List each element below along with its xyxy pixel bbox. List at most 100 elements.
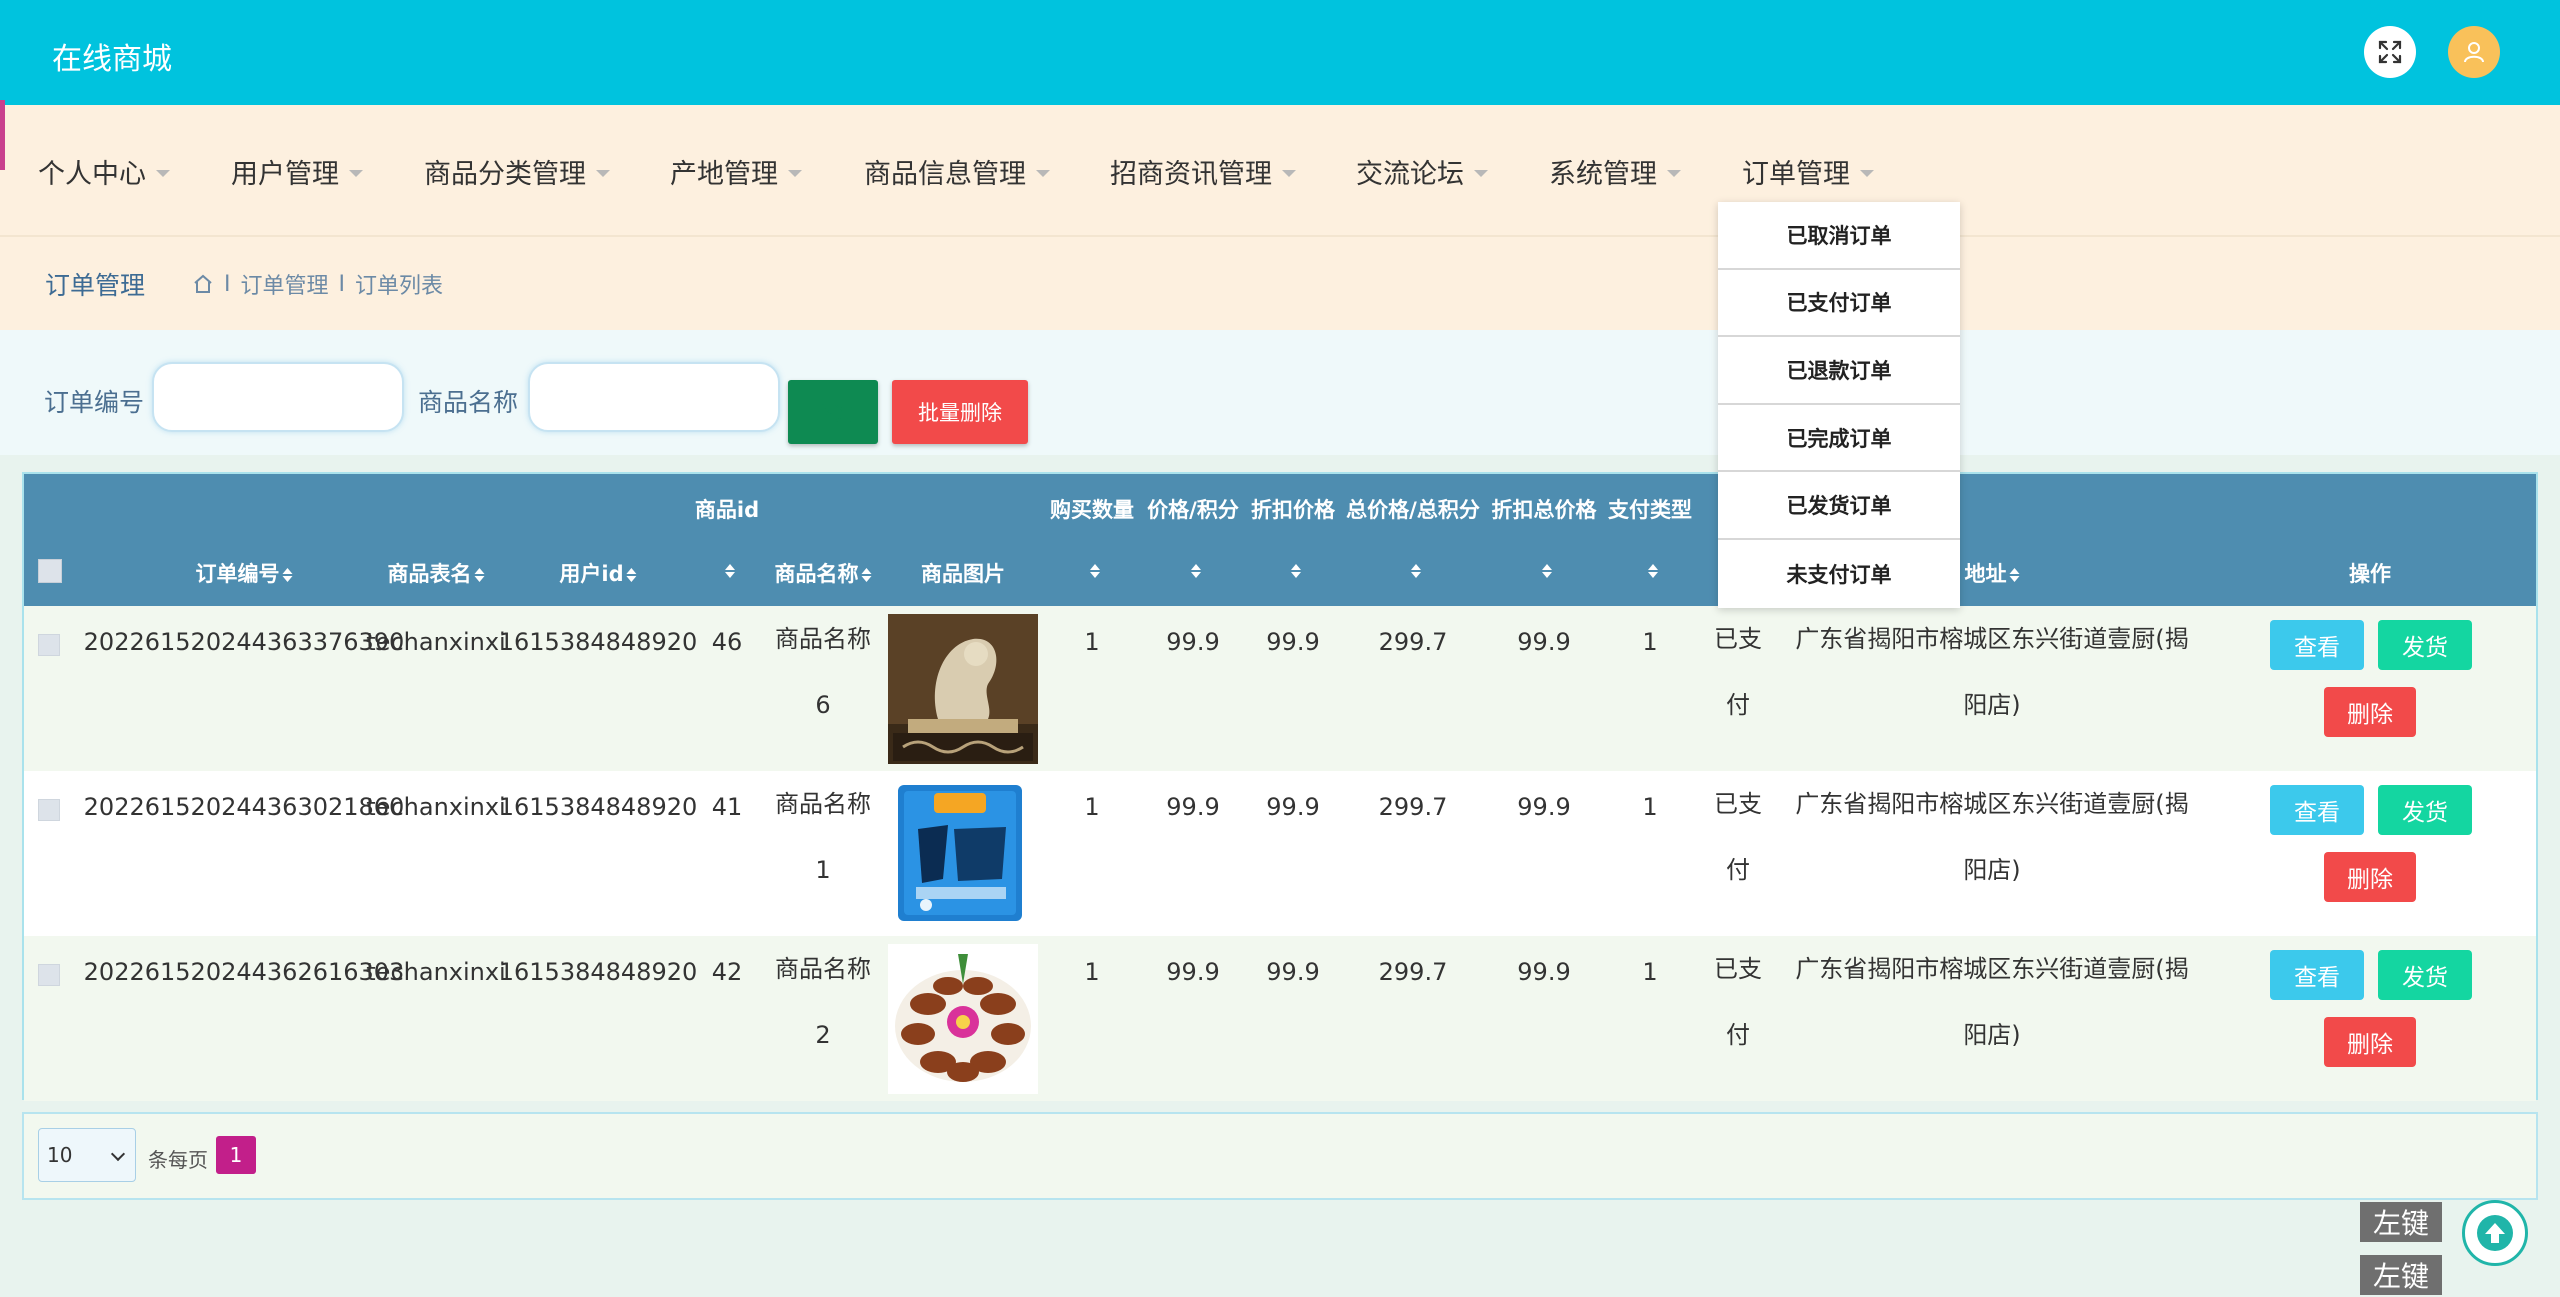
product-name-label: 商品名称 bbox=[418, 388, 519, 417]
back-to-top-button[interactable] bbox=[2462, 1200, 2528, 1266]
nav-order-management[interactable]: 订单管理 bbox=[1742, 152, 1874, 191]
col-header-tablename[interactable]: 商品表名 bbox=[388, 558, 485, 588]
cell-status: 已支付 bbox=[1714, 955, 1762, 1049]
sort-icon-qty[interactable] bbox=[1090, 564, 1100, 578]
col-header-price: 价格/积分 bbox=[1147, 498, 1239, 522]
breadcrumb-separator: I bbox=[338, 271, 346, 297]
cell-discount-total: 99.9 bbox=[1517, 958, 1571, 986]
product-name-input[interactable] bbox=[528, 362, 780, 432]
cell-goodsid: 46 bbox=[711, 628, 743, 656]
cell-tablename: techanxinxi bbox=[366, 793, 506, 821]
sort-icon bbox=[861, 568, 872, 582]
cell-total: 299.7 bbox=[1378, 793, 1448, 821]
col-header-ops: 操作 bbox=[2349, 562, 2391, 586]
sort-icon bbox=[282, 568, 293, 582]
sort-icon-goodsid[interactable] bbox=[725, 564, 735, 578]
nav-personal-center[interactable]: 个人中心 bbox=[38, 152, 170, 191]
cell-address: 广东省揭阳市榕城区东兴街道壹厨(揭阳店) bbox=[1795, 625, 2189, 719]
menu-item-shipped-orders[interactable]: 已发货订单 bbox=[1718, 472, 1960, 540]
row-checkbox[interactable] bbox=[38, 964, 60, 986]
col-header-qty: 购买数量 bbox=[1050, 498, 1134, 522]
sort-icon bbox=[2009, 568, 2020, 582]
table-row: 202261520244363021860 techanxinxi 161538… bbox=[24, 771, 2536, 936]
brand-title: 在线商城 bbox=[52, 42, 172, 77]
cell-qty: 1 bbox=[1084, 628, 1100, 656]
cell-orderno: 202261520244363376390 bbox=[83, 628, 405, 656]
page-button-current[interactable]: 1 bbox=[216, 1136, 256, 1174]
ship-button[interactable]: 发货 bbox=[2378, 950, 2472, 1000]
breadcrumb-item[interactable]: 订单管理 bbox=[241, 268, 329, 300]
delete-button[interactable]: 删除 bbox=[2324, 852, 2416, 902]
nav-origin-management[interactable]: 产地管理 bbox=[670, 152, 802, 191]
sort-icon-price[interactable] bbox=[1191, 564, 1201, 578]
breadcrumb: I 订单管理 I 订单列表 bbox=[192, 268, 443, 300]
search-button[interactable]: 查询 bbox=[788, 380, 878, 444]
sort-icon-discount-total[interactable] bbox=[1542, 564, 1552, 578]
breadcrumb-separator: I bbox=[224, 271, 231, 297]
product-image-ivory-carving[interactable] bbox=[888, 614, 1038, 764]
nav-system-management[interactable]: 系统管理 bbox=[1549, 152, 1681, 191]
arrow-up-icon bbox=[2477, 1215, 2513, 1251]
order-no-label: 订单编号 bbox=[44, 388, 145, 417]
cell-price: 99.9 bbox=[1166, 793, 1220, 821]
cell-goodsname: 商品名称1 bbox=[775, 790, 871, 884]
cell-discount: 99.9 bbox=[1266, 958, 1320, 986]
menu-item-paid-orders[interactable]: 已支付订单 bbox=[1718, 270, 1960, 338]
col-header-goodsname[interactable]: 商品名称 bbox=[775, 558, 872, 588]
cell-goodsname: 商品名称2 bbox=[775, 955, 871, 1049]
fullscreen-button[interactable] bbox=[2364, 26, 2416, 78]
menu-item-refunded-orders[interactable]: 已退款订单 bbox=[1718, 337, 1960, 405]
ship-button[interactable]: 发货 bbox=[2378, 620, 2472, 670]
cell-goodsid: 41 bbox=[711, 793, 743, 821]
user-avatar-button[interactable] bbox=[2448, 26, 2500, 78]
col-header-discount: 折扣价格 bbox=[1251, 498, 1335, 522]
cell-tablename: techanxinxi bbox=[366, 958, 506, 986]
col-header-userid[interactable]: 用户id bbox=[559, 558, 637, 588]
order-management-dropdown: 已取消订单 已支付订单 已退款订单 已完成订单 已发货订单 未支付订单 bbox=[1718, 202, 1960, 608]
batch-delete-button[interactable]: 批量删除 bbox=[892, 380, 1028, 444]
caret-down-icon bbox=[788, 170, 802, 177]
product-image-braised-goose-plate[interactable] bbox=[888, 944, 1038, 1094]
view-button[interactable]: 查看 bbox=[2270, 620, 2364, 670]
delete-button[interactable]: 删除 bbox=[2324, 687, 2416, 737]
nav-product-info-management[interactable]: 商品信息管理 bbox=[864, 152, 1050, 191]
sort-icon-discount[interactable] bbox=[1291, 564, 1301, 578]
menu-item-completed-orders[interactable]: 已完成订单 bbox=[1718, 405, 1960, 473]
cell-status: 已支付 bbox=[1714, 625, 1762, 719]
col-header-address[interactable]: 地址 bbox=[1965, 558, 2020, 588]
sort-icon-total[interactable] bbox=[1411, 564, 1421, 578]
nav-investment-news-management[interactable]: 招商资讯管理 bbox=[1110, 152, 1296, 191]
delete-button[interactable]: 删除 bbox=[2324, 1017, 2416, 1067]
user-icon bbox=[2464, 42, 2484, 63]
cell-total: 299.7 bbox=[1378, 628, 1448, 656]
view-button[interactable]: 查看 bbox=[2270, 785, 2364, 835]
cell-userid: 1615384848920 bbox=[498, 958, 698, 986]
col-header-total: 总价格/总积分 bbox=[1346, 498, 1480, 522]
sort-icon-paytype[interactable] bbox=[1648, 564, 1658, 578]
fullscreen-icon bbox=[2378, 40, 2402, 64]
view-button[interactable]: 查看 bbox=[2270, 950, 2364, 1000]
nav-category-management[interactable]: 商品分类管理 bbox=[424, 152, 610, 191]
table-header: 商品id 购买数量 价格/积分 折扣价格 总价格/总积分 折扣总价格 支付类型 … bbox=[24, 474, 2536, 606]
home-icon[interactable] bbox=[192, 273, 214, 295]
menu-item-cancelled-orders[interactable]: 已取消订单 bbox=[1718, 202, 1960, 270]
cell-userid: 1615384848920 bbox=[498, 628, 698, 656]
cell-address: 广东省揭阳市榕城区东兴街道壹厨(揭阳店) bbox=[1795, 955, 2189, 1049]
nav-forum[interactable]: 交流论坛 bbox=[1356, 152, 1488, 191]
page-size-select[interactable]: 10 bbox=[38, 1128, 136, 1182]
product-image-peanut-candy-pack[interactable] bbox=[888, 779, 1038, 929]
breadcrumb-item-current: 订单列表 bbox=[355, 274, 444, 299]
nav-user-management[interactable]: 用户管理 bbox=[231, 152, 363, 191]
order-no-input[interactable] bbox=[152, 362, 404, 432]
menu-item-unpaid-orders[interactable]: 未支付订单 bbox=[1718, 540, 1960, 608]
pagination: 10 条每页 1 bbox=[22, 1112, 2538, 1200]
select-all-checkbox[interactable] bbox=[38, 559, 62, 583]
cell-orderno: 202261520244363021860 bbox=[83, 793, 405, 821]
row-checkbox[interactable] bbox=[38, 799, 60, 821]
col-header-discount-total: 折扣总价格 bbox=[1491, 498, 1597, 522]
col-header-orderno[interactable]: 订单编号 bbox=[196, 558, 293, 588]
cell-goodsname: 商品名称6 bbox=[775, 625, 871, 719]
footer-strip bbox=[0, 1245, 2560, 1297]
ship-button[interactable]: 发货 bbox=[2378, 785, 2472, 835]
row-checkbox[interactable] bbox=[38, 634, 60, 656]
